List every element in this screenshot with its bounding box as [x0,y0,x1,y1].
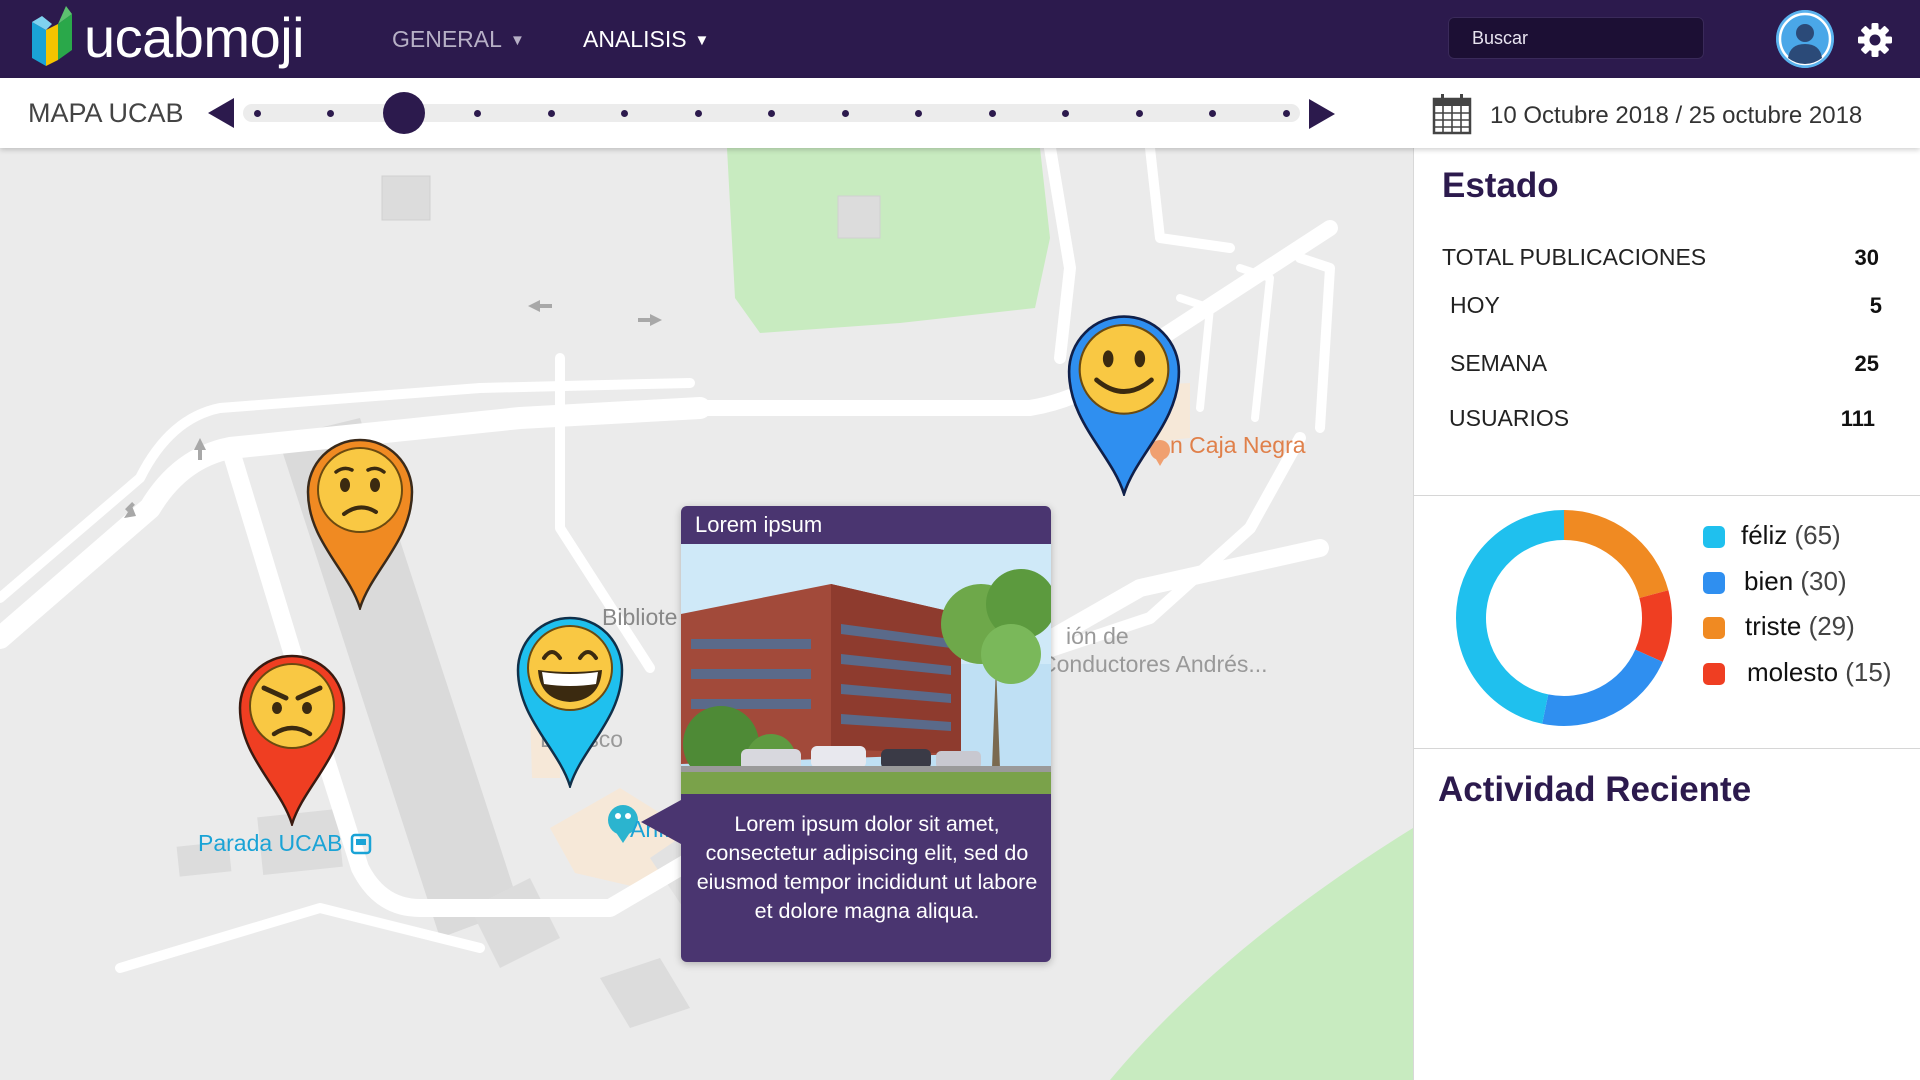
legend-color-swatch [1703,663,1725,685]
post-popup[interactable]: Lorem ipsum Lorem ipsum dolor sit amet, … [641,506,1051,962]
stat-usuarios-label: USUARIOS [1449,405,1570,431]
timeline-step-dot[interactable] [621,110,628,117]
stat-semana-value: 25 [1854,351,1879,376]
panel-divider [1414,495,1920,496]
stat-total-value: 30 [1854,245,1879,270]
poi-parada-ucab[interactable]: Parada UCAB [198,830,342,857]
stat-hoy-label: HOY [1450,292,1500,318]
timeline-step-dot[interactable] [768,110,775,117]
legend-count: (29) [1801,611,1855,641]
timeline-step-dot[interactable] [1062,110,1069,117]
poi-conductores-line1: ión de [1066,623,1129,649]
map-pin-triste[interactable] [300,430,420,610]
timeline-step-dot[interactable] [694,110,702,117]
nav-menu-analisis-label: ANALISIS [583,26,687,52]
user-silhouette-icon [1776,10,1834,68]
campus-map[interactable]: Parada UCAB Anfiteatro n Caja Negra Bibl… [0,148,1413,1080]
smiling-face-icon [1078,323,1170,415]
panel-divider [1414,748,1920,749]
actividad-reciente-title: Actividad Reciente [1438,770,1752,809]
estado-title: Estado [1442,166,1559,205]
ucabmoji-logo-icon[interactable] [28,4,74,68]
top-navigation-bar: ucabmoji GENERAL ▼ ANALISIS ▼ [0,0,1920,78]
popup-description: Lorem ipsum dolor sit amet, consectetur … [696,812,1038,923]
legend-label: féliz [1741,520,1788,550]
map-pin-feliz[interactable] [510,608,630,788]
popup-pointer [641,800,681,844]
donut-slice-féliz[interactable] [1456,510,1565,724]
legend-count: (30) [1793,566,1847,596]
status-panel: Estado TOTAL PUBLICACIONES 30 HOY 5 SEMA… [1413,148,1920,1080]
timeline-step-dot[interactable] [988,110,996,117]
donut-slice-triste[interactable] [1563,510,1669,599]
popup-title: Lorem ipsum [695,512,823,537]
stat-hoy-value: 5 [1869,293,1882,318]
nav-menu-general[interactable]: GENERAL ▼ [392,24,525,56]
legend-text: féliz (65) [1741,520,1841,551]
nav-menu-general-label: GENERAL [392,26,502,52]
timeline-step-dot[interactable] [474,110,481,117]
legend-count: (65) [1787,520,1841,550]
legend-text: bien (30) [1744,566,1847,597]
angry-face-icon [249,663,335,749]
poi-conductores-line2: Conductores Andrés... [1040,651,1268,677]
poi-conductores[interactable]: ión de Conductores Andrés... [1040,622,1268,678]
timeline-step-dot[interactable] [547,110,555,117]
timeline-bar: MAPA UCAB 10 Octubre 2018 / 25 octubre 2… [0,78,1920,148]
map-pin-molesto[interactable] [232,646,352,826]
map-pin-bien[interactable] [1060,306,1188,496]
stat-semana-label: SEMANA [1450,350,1548,376]
donut-slice-molesto[interactable] [1635,590,1672,662]
timeline-step-dot[interactable] [841,110,849,117]
legend-color-swatch [1703,572,1725,594]
legend-label: triste [1745,611,1802,641]
search-input[interactable] [1448,17,1704,59]
timeline-step-dot[interactable] [1135,110,1143,117]
timeline-step-dot[interactable] [1282,110,1290,117]
user-avatar[interactable] [1776,10,1834,68]
legend-text: triste (29) [1745,611,1855,642]
timeline-step-dot[interactable] [327,110,334,117]
gear-icon[interactable] [1857,22,1893,58]
timeline-prev-button[interactable] [208,98,234,128]
sad-face-icon [317,447,403,533]
poi-caja-negra[interactable]: n Caja Negra [1170,432,1306,459]
legend-label: molesto [1747,657,1839,687]
legend-text: molesto (15) [1747,657,1892,688]
stat-usuarios-value: 111 [1840,406,1875,431]
legend-label: bien [1744,566,1794,596]
calendar-icon[interactable] [1432,93,1472,135]
chevron-down-icon: ▼ [509,32,525,49]
date-range-label[interactable]: 10 Octubre 2018 / 25 octubre 2018 [1490,102,1862,130]
legend-count: (15) [1838,657,1892,687]
donut-slice-bien[interactable] [1542,649,1663,726]
timeline-slider-knob[interactable] [383,92,425,134]
timeline-step-dot[interactable] [253,110,261,117]
map-title: MAPA UCAB [28,98,184,128]
legend-color-swatch [1703,617,1725,639]
stat-total-label: TOTAL PUBLICACIONES [1442,244,1707,270]
nav-menu-analisis[interactable]: ANALISIS ▼ [583,24,709,56]
popup-photo-image[interactable] [681,544,1051,794]
timeline-next-button[interactable] [1309,99,1335,129]
timeline-step-dot[interactable] [1209,110,1216,117]
legend-color-swatch [1703,526,1725,548]
mood-donut-chart[interactable] [1454,508,1674,728]
chevron-down-icon: ▼ [694,32,710,49]
timeline-slider-track[interactable] [243,92,1300,134]
brand-name[interactable]: ucabmoji [84,6,305,70]
grinning-face-icon [527,625,613,711]
timeline-step-dot[interactable] [915,110,922,117]
